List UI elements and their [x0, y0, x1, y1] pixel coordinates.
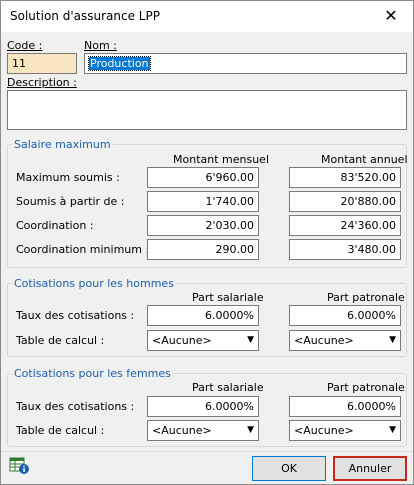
mensuel-field[interactable]: 290.00 — [147, 239, 259, 260]
code-field[interactable]: 11 — [7, 53, 77, 74]
select-value: <Aucune> — [152, 424, 212, 437]
taux-salariale-field[interactable]: 6.0000% — [147, 396, 259, 417]
code-label: Code : — [7, 39, 43, 52]
table-label: Table de calcul : — [16, 424, 105, 437]
window-title: Solution d'assurance LPP — [10, 9, 160, 23]
col-montant-annuel: Montant annuel — [321, 153, 408, 166]
row-label: Coordination minimum : — [16, 243, 150, 256]
taux-patronale-field[interactable]: 6.0000% — [289, 396, 401, 417]
chevron-down-icon: ▼ — [389, 335, 396, 345]
footer-divider — [1, 451, 413, 452]
description-label: Description : — [7, 76, 77, 89]
taux-label: Taux des cotisations : — [16, 400, 135, 413]
mensuel-field[interactable]: 1'740.00 — [147, 191, 259, 212]
chevron-down-icon: ▼ — [389, 425, 396, 435]
row-label: Maximum soumis : — [16, 171, 120, 184]
table-salariale-select[interactable]: <Aucune> ▼ — [147, 420, 259, 441]
row-label: Coordination : — [16, 219, 94, 232]
select-value: <Aucune> — [294, 334, 354, 347]
title-bar: Solution d'assurance LPP ✕ — [1, 1, 413, 32]
salaire-maximum-title: Salaire maximum — [12, 138, 113, 151]
col-part-salariale: Part salariale — [192, 381, 264, 394]
taux-salariale-field[interactable]: 6.0000% — [147, 305, 259, 326]
annuel-field[interactable]: 83'520.00 — [289, 167, 401, 188]
nom-value: Production — [88, 56, 151, 71]
col-montant-mensuel: Montant mensuel — [173, 153, 270, 166]
chevron-down-icon: ▼ — [247, 335, 254, 345]
close-icon[interactable]: ✕ — [369, 1, 413, 32]
nom-label: Nom : — [84, 39, 117, 52]
select-value: <Aucune> — [294, 424, 354, 437]
mensuel-field[interactable]: 2'030.00 — [147, 215, 259, 236]
cotisations-hommes-title: Cotisations pour les hommes — [12, 277, 176, 290]
cotisations-femmes-title: Cotisations pour les femmes — [12, 367, 173, 380]
description-field[interactable] — [7, 90, 407, 130]
col-part-patronale: Part patronale — [327, 291, 405, 304]
annuel-field[interactable]: 3'480.00 — [289, 239, 401, 260]
nom-field[interactable]: Production — [84, 53, 407, 74]
mensuel-field[interactable]: 6'960.00 — [147, 167, 259, 188]
annuel-field[interactable]: 24'360.00 — [289, 215, 401, 236]
table-patronale-select[interactable]: <Aucune> ▼ — [289, 330, 401, 351]
info-table-icon[interactable] — [9, 456, 31, 476]
dialog-window: Solution d'assurance LPP ✕ Code : Nom : … — [0, 0, 414, 485]
cancel-button[interactable]: Annuler — [333, 456, 407, 481]
table-salariale-select[interactable]: <Aucune> ▼ — [147, 330, 259, 351]
col-part-patronale: Part patronale — [327, 381, 405, 394]
table-patronale-select[interactable]: <Aucune> ▼ — [289, 420, 401, 441]
taux-patronale-field[interactable]: 6.0000% — [289, 305, 401, 326]
col-part-salariale: Part salariale — [192, 291, 264, 304]
annuel-field[interactable]: 20'880.00 — [289, 191, 401, 212]
row-label: Soumis à partir de : — [16, 195, 125, 208]
ok-button[interactable]: OK — [252, 456, 326, 481]
select-value: <Aucune> — [152, 334, 212, 347]
table-label: Table de calcul : — [16, 334, 105, 347]
chevron-down-icon: ▼ — [247, 425, 254, 435]
taux-label: Taux des cotisations : — [16, 309, 135, 322]
